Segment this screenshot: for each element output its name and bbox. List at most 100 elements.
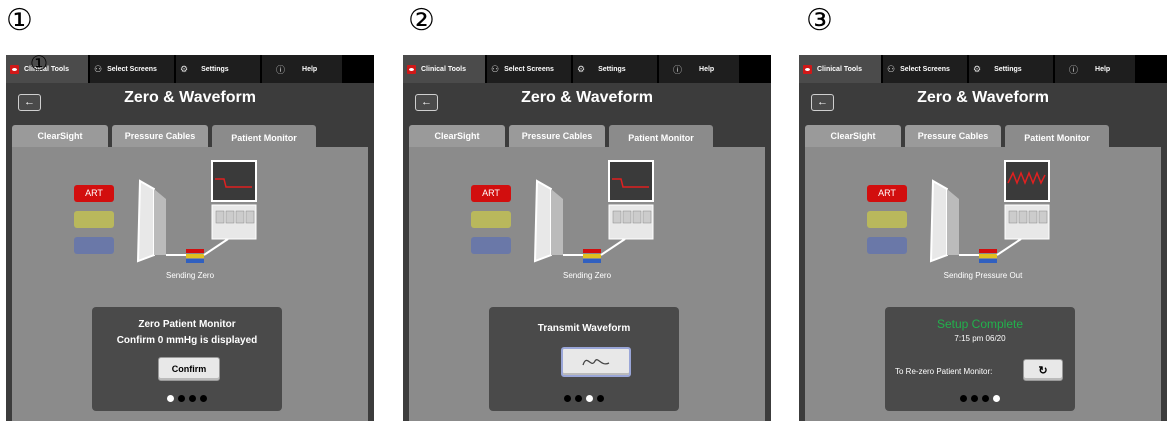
tab-pressure-cables[interactable]: Pressure Cables bbox=[509, 125, 605, 147]
patient-monitor-panel: ART Sending Zero Transmit Waveform bbox=[409, 147, 765, 421]
refresh-icon: ↻ bbox=[1038, 364, 1048, 377]
channel-blue bbox=[74, 237, 114, 254]
channel-yellow bbox=[471, 211, 511, 228]
gear-icon: ⚙ bbox=[577, 63, 586, 74]
progress-dot bbox=[564, 395, 571, 402]
tab-pressure-cables[interactable]: Pressure Cables bbox=[905, 125, 1001, 147]
tab-settings[interactable]: ⚙ Settings bbox=[969, 55, 1053, 83]
clinical-tools-icon bbox=[803, 64, 812, 74]
select-screens-icon: ⚇ bbox=[491, 63, 500, 74]
tab-label: Help bbox=[1095, 65, 1111, 73]
progress-dot bbox=[993, 395, 1000, 402]
select-screens-icon: ⚇ bbox=[887, 63, 896, 74]
tab-help[interactable]: ⓘ Help bbox=[659, 55, 739, 83]
art-channel: ART bbox=[471, 185, 511, 202]
tab-label: Settings bbox=[994, 65, 1022, 73]
channel-blue bbox=[867, 237, 907, 254]
progress-dot bbox=[575, 395, 582, 402]
select-screens-icon: ⚇ bbox=[94, 63, 103, 74]
dialog-instruction: Confirm 0 mmHg is displayed bbox=[116, 335, 258, 346]
tab-settings[interactable]: ⚙ Settings bbox=[176, 55, 260, 83]
step-number-2: ② bbox=[408, 3, 435, 38]
channel-yellow bbox=[867, 211, 907, 228]
tab-help[interactable]: ⓘ Help bbox=[1055, 55, 1135, 83]
gear-icon: ⚙ bbox=[973, 63, 982, 74]
progress-dots bbox=[489, 395, 679, 402]
tab-settings[interactable]: ⚙ Settings bbox=[573, 55, 657, 83]
step-number-3: ③ bbox=[806, 3, 833, 38]
confirm-button[interactable]: Confirm bbox=[158, 357, 220, 381]
tab-label: Select Screens bbox=[900, 65, 950, 73]
transmit-dialog: Transmit Waveform bbox=[489, 307, 679, 411]
step-number-1: ① bbox=[6, 3, 33, 38]
gear-icon: ⚙ bbox=[180, 63, 189, 74]
transmit-waveform-button[interactable] bbox=[561, 347, 631, 377]
tab-label: Clinical Tools bbox=[817, 65, 862, 73]
status-caption: Sending Zero bbox=[165, 271, 215, 280]
screen-2: Clinical Tools ⚇ Select Screens ⚙ Settin… bbox=[403, 55, 771, 421]
progress-dot bbox=[971, 395, 978, 402]
art-channel: ART bbox=[867, 185, 907, 202]
tab-help[interactable]: ⓘ Help bbox=[262, 55, 342, 83]
tab-clearsight[interactable]: ClearSight bbox=[12, 125, 108, 147]
progress-dot bbox=[586, 395, 593, 402]
screen-3: Clinical Tools ⚇ Select Screens ⚙ Settin… bbox=[799, 55, 1167, 421]
rezero-label: To Re-zero Patient Monitor: bbox=[895, 367, 993, 376]
info-icon: ⓘ bbox=[673, 64, 683, 75]
progress-dots bbox=[92, 395, 282, 402]
progress-dot bbox=[189, 395, 196, 402]
tab-label: Clinical Tools bbox=[421, 65, 466, 73]
dialog-title: Transmit Waveform bbox=[537, 323, 631, 334]
tab-label: Settings bbox=[201, 65, 229, 73]
channel-blue bbox=[471, 237, 511, 254]
clinical-tools-icon bbox=[10, 64, 19, 74]
top-nav-bar: Clinical Tools ⚇ Select Screens ⚙ Settin… bbox=[799, 55, 1167, 83]
tab-label: Help bbox=[699, 65, 715, 73]
info-icon: ⓘ bbox=[276, 64, 286, 75]
clinical-tools-icon bbox=[407, 64, 416, 74]
progress-dot bbox=[960, 395, 967, 402]
rezero-button[interactable]: ↻ bbox=[1023, 359, 1063, 381]
tab-label: Select Screens bbox=[504, 65, 554, 73]
dialog-title: Zero Patient Monitor bbox=[138, 319, 236, 330]
tab-clearsight[interactable]: ClearSight bbox=[805, 125, 901, 147]
zero-dialog: Zero Patient Monitor Confirm 0 mmHg is d… bbox=[92, 307, 282, 411]
overlay-marker: ① bbox=[30, 55, 48, 75]
screen-1: Clinical Tools ⚇ Select Screens ⚙ Settin… bbox=[6, 55, 374, 421]
progress-dot bbox=[200, 395, 207, 402]
monitor-illustration bbox=[136, 160, 257, 263]
art-channel: ART bbox=[74, 185, 114, 202]
tab-clearsight[interactable]: ClearSight bbox=[409, 125, 505, 147]
info-icon: ⓘ bbox=[1069, 64, 1079, 75]
progress-dots bbox=[885, 395, 1075, 402]
completion-timestamp: 7:15 pm 06/20 bbox=[954, 334, 1006, 343]
tab-pressure-cables[interactable]: Pressure Cables bbox=[112, 125, 208, 147]
tab-label: Select Screens bbox=[107, 65, 157, 73]
status-caption: Sending Zero bbox=[562, 271, 612, 280]
monitor-illustration bbox=[533, 160, 654, 263]
top-nav-bar: Clinical Tools ⚇ Select Screens ⚙ Settin… bbox=[6, 55, 374, 83]
channel-yellow bbox=[74, 211, 114, 228]
status-caption: Sending Pressure Out bbox=[943, 271, 1023, 280]
tab-label: Help bbox=[302, 65, 318, 73]
tab-label: Settings bbox=[598, 65, 626, 73]
progress-dot bbox=[597, 395, 604, 402]
tab-clinical-tools[interactable]: Clinical Tools bbox=[799, 55, 881, 83]
progress-dot bbox=[178, 395, 185, 402]
tab-select-screens[interactable]: ⚇ Select Screens bbox=[883, 55, 967, 83]
page-title: Zero & Waveform bbox=[521, 89, 653, 106]
page-title: Zero & Waveform bbox=[124, 89, 256, 106]
top-nav-bar: Clinical Tools ⚇ Select Screens ⚙ Settin… bbox=[403, 55, 771, 83]
monitor-illustration bbox=[929, 160, 1050, 263]
waveform-icon bbox=[582, 359, 610, 366]
patient-monitor-panel: ART Sending Pressure Out Setup Complete … bbox=[805, 147, 1161, 421]
progress-dot bbox=[167, 395, 174, 402]
tab-select-screens[interactable]: ⚇ Select Screens bbox=[90, 55, 174, 83]
patient-monitor-panel: ART Sending Zero Zero Patient Monitor Co… bbox=[12, 147, 368, 421]
progress-dot bbox=[982, 395, 989, 402]
setup-complete-dialog: Setup Complete 7:15 pm 06/20 To Re-zero … bbox=[885, 307, 1075, 411]
page-title: Zero & Waveform bbox=[917, 89, 1049, 106]
tab-select-screens[interactable]: ⚇ Select Screens bbox=[487, 55, 571, 83]
tab-clinical-tools[interactable]: Clinical Tools bbox=[403, 55, 485, 83]
setup-complete-status: Setup Complete bbox=[936, 317, 1024, 331]
